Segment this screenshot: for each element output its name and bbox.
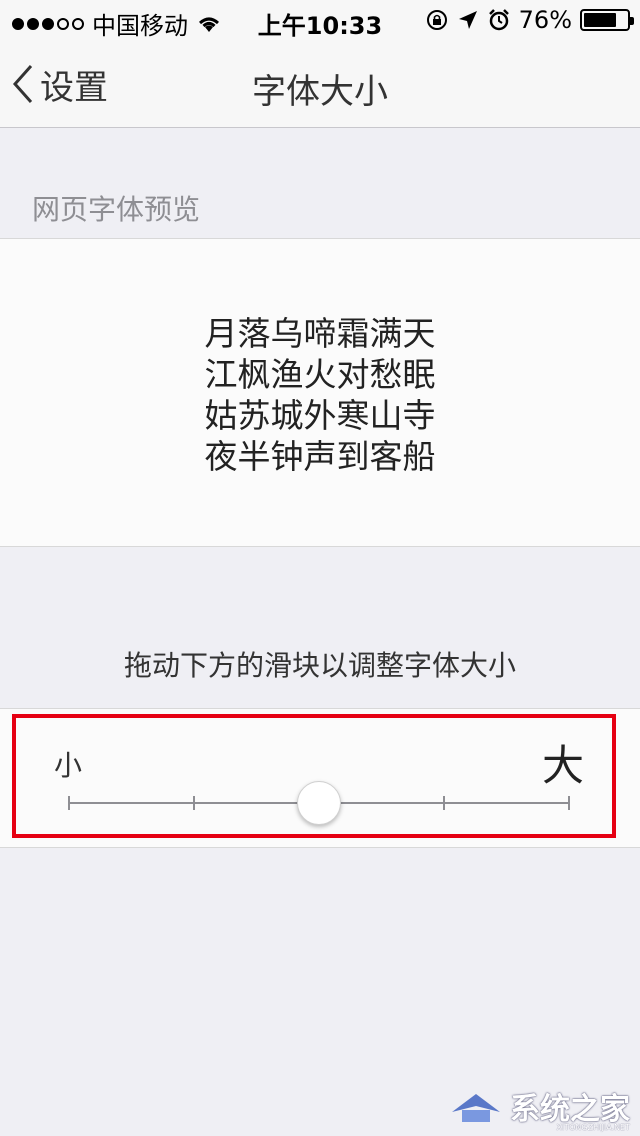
page-title: 字体大小	[252, 72, 388, 112]
watermark-logo-icon	[452, 1094, 500, 1122]
watermark-subtext: XITONGZHIJIA.NET	[556, 1123, 630, 1132]
watermark-text: 系统之家	[510, 1092, 630, 1127]
battery-level	[584, 13, 616, 27]
poem-line: 夜半钟声到客船	[204, 437, 436, 476]
poem-line: 月落乌啼霜满天	[204, 314, 436, 353]
font-preview-card: 月落乌啼霜满天 江枫渔火对愁眠 姑苏城外寒山寺 夜半钟声到客船	[0, 238, 640, 547]
preview-section-header: 网页字体预览	[32, 193, 201, 226]
slider-instruction: 拖动下方的滑块以调整字体大小	[123, 649, 516, 682]
status-right: 76%	[425, 6, 634, 34]
battery-percent: 76%	[518, 6, 572, 34]
alarm-icon	[488, 9, 509, 31]
highlight-annotation	[12, 714, 616, 838]
poem-line: 江枫渔火对愁眠	[204, 355, 436, 394]
preview-poem: 月落乌啼霜满天 江枫渔火对愁眠 姑苏城外寒山寺 夜半钟声到客船	[0, 313, 640, 477]
rotation-lock-icon	[426, 10, 447, 30]
battery-icon	[580, 9, 634, 31]
watermark: 系统之家	[448, 1084, 630, 1128]
location-arrow-icon	[458, 11, 477, 29]
navigation-bar: 设置 字体大小	[0, 40, 640, 128]
status-bar: 中国移动 上午10:33 76%	[0, 0, 640, 40]
poem-line: 姑苏城外寒山寺	[204, 396, 436, 435]
